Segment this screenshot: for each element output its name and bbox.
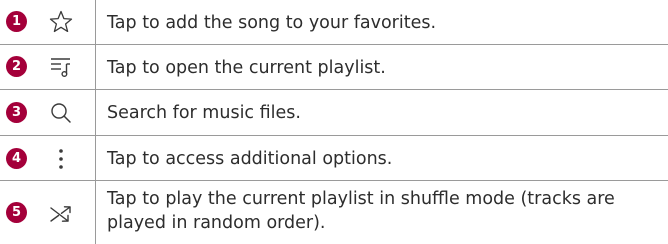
row-description: Tap to play the current playlist in shuf… (107, 189, 615, 233)
row-description: Tap to access additional options. (107, 149, 393, 169)
row-number-badge: 5 (6, 202, 27, 223)
legend-row-search: 3 Search for music files. (0, 90, 668, 136)
column-divider (95, 90, 96, 136)
row-number-badge: 2 (6, 56, 27, 77)
row-description: Tap to open the current playlist. (107, 58, 386, 78)
column-divider (95, 0, 96, 45)
legend-row-more-options: 4 Tap to access additional options. (0, 136, 668, 181)
legend-row-shuffle: 5 Tap to play the current playlist in sh… (0, 181, 668, 244)
row-number-badge: 1 (6, 11, 27, 32)
icon-legend-table: 1 Tap to add the song to your favorites.… (0, 0, 668, 244)
search-icon (48, 100, 74, 126)
playlist-icon (48, 54, 74, 80)
row-number-badge: 4 (6, 148, 27, 169)
row-number-badge: 3 (6, 102, 27, 123)
row-description: Search for music files. (107, 103, 301, 123)
legend-row-favorites: 1 Tap to add the song to your favorites. (0, 0, 668, 45)
legend-row-playlist: 2 Tap to open the current playlist. (0, 45, 668, 90)
more-options-icon (48, 146, 74, 172)
column-divider (95, 136, 96, 181)
column-divider (95, 45, 96, 90)
shuffle-icon (48, 201, 74, 227)
star-outline-icon (48, 9, 74, 35)
row-description: Tap to add the song to your favorites. (107, 13, 437, 33)
column-divider (95, 181, 96, 244)
